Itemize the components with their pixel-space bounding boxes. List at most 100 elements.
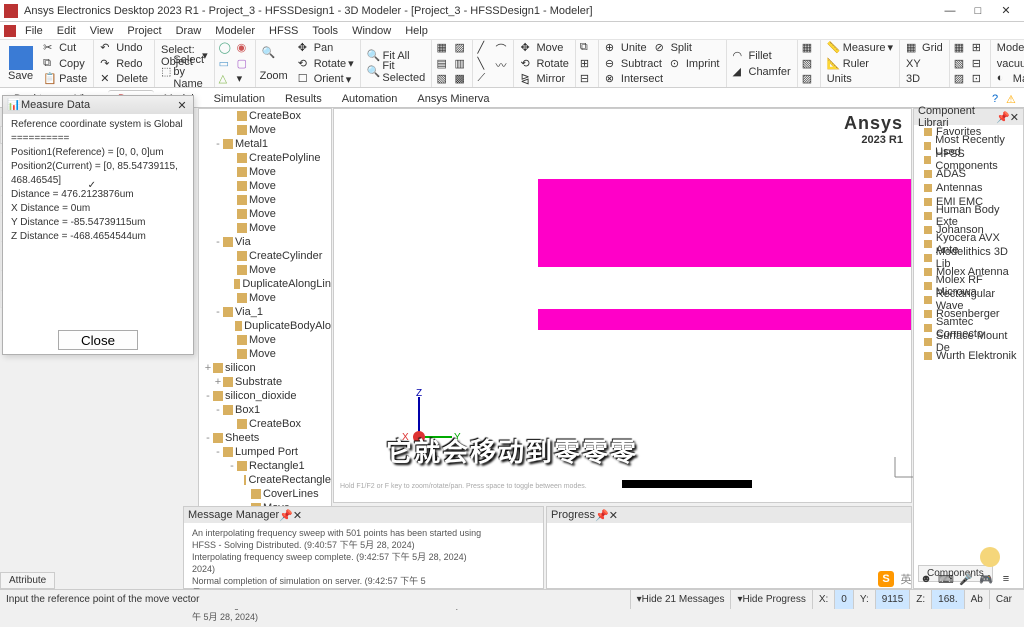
tab-minerva[interactable]: Ansys Minerva: [407, 91, 499, 107]
tree-node[interactable]: +silicon: [199, 361, 331, 375]
line2-icon[interactable]: ⌒: [495, 41, 509, 55]
fit-selected-button[interactable]: 🔍Fit Selected: [365, 60, 428, 84]
tree-node[interactable]: Move: [199, 263, 331, 277]
tree-node[interactable]: -Sheets: [199, 431, 331, 445]
tree-node[interactable]: Move: [199, 347, 331, 361]
zoom-button[interactable]: 🔍 Zoom: [256, 46, 292, 82]
material-button[interactable]: ◐Material: [995, 72, 1024, 86]
line4-icon[interactable]: 〰: [495, 57, 509, 71]
tab-simulation[interactable]: Simulation: [204, 91, 275, 107]
orient-button[interactable]: ☐Orient ▾: [296, 72, 354, 86]
warn-icon[interactable]: ⚠: [1006, 93, 1020, 107]
shape6-icon[interactable]: ▾: [237, 72, 251, 86]
chamfer-button[interactable]: ◢Chamfer: [731, 65, 793, 79]
menu-project[interactable]: Project: [120, 25, 168, 37]
maximize-button[interactable]: □: [964, 2, 992, 20]
tree-node[interactable]: DuplicateAlongLin: [199, 277, 331, 291]
hide-progress-button[interactable]: ▾ Hide Progress: [730, 590, 811, 609]
assistant-avatar[interactable]: [980, 547, 1000, 567]
copy-button[interactable]: ⧉Copy: [41, 57, 87, 71]
rotate-button[interactable]: ⟲Rotate ▾: [296, 57, 356, 71]
delete-button[interactable]: ✕Delete: [98, 72, 150, 86]
complib-item[interactable]: Surface Mount De: [914, 335, 1023, 349]
g3-icon[interactable]: ▧: [954, 57, 968, 71]
tree-node[interactable]: DuplicateBodyAlo: [199, 319, 331, 333]
imprint-button[interactable]: ⊙Imprint: [668, 57, 722, 71]
g4-icon[interactable]: ⊟: [972, 57, 986, 71]
tree-node[interactable]: -Box1: [199, 403, 331, 417]
tree-node[interactable]: Move: [199, 179, 331, 193]
ruler-button[interactable]: 📐Ruler: [825, 57, 871, 71]
units-button[interactable]: Units: [825, 73, 854, 85]
move-tool-button[interactable]: ✥Move: [518, 41, 565, 55]
g1-icon[interactable]: ▦: [954, 41, 968, 55]
g2-icon[interactable]: ⊞: [972, 41, 986, 55]
tree-node[interactable]: -Rectangle1: [199, 459, 331, 473]
dup1-icon[interactable]: ⧉: [580, 41, 594, 55]
vacuum-button[interactable]: vacuum ▾: [995, 57, 1024, 70]
msgman-body[interactable]: An interpolating frequency sweep with 50…: [184, 523, 543, 627]
tree-node[interactable]: Move: [199, 221, 331, 235]
ime-game-button[interactable]: 🎮: [978, 571, 994, 587]
ime-kbd-button[interactable]: ⌨: [938, 571, 954, 587]
xy-button[interactable]: XY: [904, 58, 923, 70]
line3-icon[interactable]: ╲: [477, 57, 491, 71]
view2-icon[interactable]: ▨: [454, 41, 468, 55]
shape3-icon[interactable]: ▭: [219, 57, 233, 71]
progress-close-button[interactable]: ✕: [609, 509, 618, 522]
menu-file[interactable]: File: [18, 25, 50, 37]
tree-node[interactable]: -silicon_dioxide: [199, 389, 331, 403]
complib-item[interactable]: Human Body Exte: [914, 209, 1023, 223]
misc1-icon[interactable]: ▦: [802, 41, 816, 55]
paste-button[interactable]: 📋Paste: [41, 72, 89, 86]
tree-node[interactable]: Move: [199, 333, 331, 347]
g6-icon[interactable]: ⊡: [972, 72, 986, 86]
menu-edit[interactable]: Edit: [50, 25, 83, 37]
menu-window[interactable]: Window: [345, 25, 398, 37]
tree-node[interactable]: +Substrate: [199, 375, 331, 389]
menu-hfss[interactable]: HFSS: [262, 25, 305, 37]
complib-pin-button[interactable]: 📌: [996, 111, 1010, 124]
ime-menu-button[interactable]: ≡: [998, 571, 1014, 587]
tree-node[interactable]: Move: [199, 193, 331, 207]
complib-item[interactable]: HFSS Components: [914, 153, 1023, 167]
complib-item[interactable]: Wurth Elektronik: [914, 349, 1023, 363]
menu-modeler[interactable]: Modeler: [208, 25, 262, 37]
menu-view[interactable]: View: [83, 25, 121, 37]
shape5-icon[interactable]: △: [219, 72, 233, 86]
tree-node[interactable]: CreateBox: [199, 109, 331, 123]
menu-tools[interactable]: Tools: [305, 25, 345, 37]
tree-node[interactable]: -Via_1: [199, 305, 331, 319]
tree-node[interactable]: -Lumped Port: [199, 445, 331, 459]
tree-node[interactable]: Move: [199, 291, 331, 305]
complib-close-button[interactable]: ✕: [1010, 111, 1019, 124]
measure-close-btn[interactable]: Close: [58, 330, 138, 350]
coord-z-input[interactable]: 168.: [931, 590, 963, 609]
redo-button[interactable]: ↷Redo: [98, 57, 144, 71]
tab-automation[interactable]: Automation: [332, 91, 408, 107]
model-body-2[interactable]: [538, 309, 911, 330]
minimize-button[interactable]: —: [936, 2, 964, 20]
tree-node[interactable]: Move: [199, 123, 331, 137]
view1-icon[interactable]: ▦: [436, 41, 450, 55]
dup2-icon[interactable]: ⊞: [580, 57, 594, 71]
3d-button[interactable]: 3D: [904, 73, 922, 85]
tree-node[interactable]: CreatePolyline: [199, 151, 331, 165]
tree-node[interactable]: Move: [199, 207, 331, 221]
measure-close-button[interactable]: ✕: [175, 99, 189, 112]
tree-node[interactable]: Move: [199, 165, 331, 179]
close-button[interactable]: ✕: [992, 2, 1020, 20]
complib-item[interactable]: Rectangular Wave: [914, 293, 1023, 307]
tree-node[interactable]: -Via: [199, 235, 331, 249]
measure-button[interactable]: 📏Measure ▾: [825, 41, 895, 55]
hide-messages-button[interactable]: ▾ Hide 21 Messages: [630, 590, 731, 609]
model-body-1[interactable]: [538, 179, 911, 267]
line5-icon[interactable]: ⟋: [477, 72, 491, 86]
tree-node[interactable]: CreateBox: [199, 417, 331, 431]
model-button[interactable]: Model: [995, 42, 1024, 54]
line1-icon[interactable]: ╱: [477, 41, 491, 55]
select-by-name-button[interactable]: ⬚Select by Name: [159, 54, 210, 89]
tree-node[interactable]: CreateRectangle: [199, 473, 331, 487]
cut-button[interactable]: ✂Cut: [41, 41, 78, 55]
ime-mic-button[interactable]: 🎤: [958, 571, 974, 587]
